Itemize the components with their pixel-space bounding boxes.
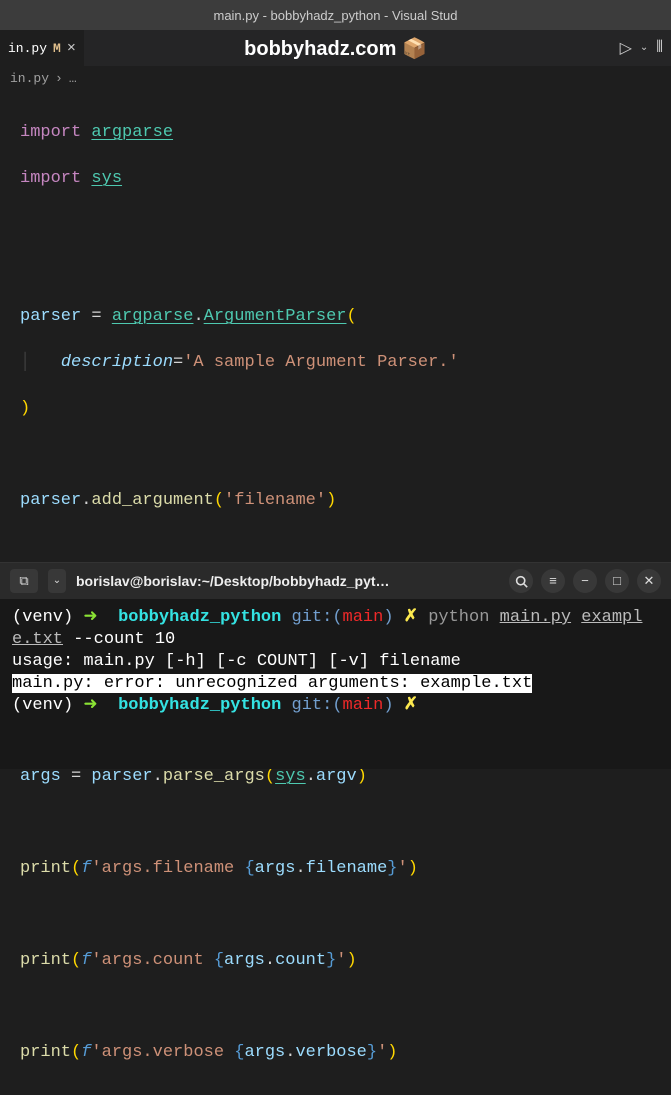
code-line: import argparse xyxy=(20,121,651,144)
breadcrumb-more: … xyxy=(69,71,77,86)
terminal-branch: main xyxy=(343,696,384,715)
split-editor-icon[interactable]: ⫴ xyxy=(656,39,663,57)
terminal-cmd: python xyxy=(428,608,489,627)
code-line xyxy=(20,213,651,236)
breadcrumb-separator: › xyxy=(55,71,63,86)
terminal-new-tab-icon[interactable]: ⧉ xyxy=(10,569,38,593)
menu-icon[interactable]: ≡ xyxy=(541,569,565,593)
terminal-venv: (venv) xyxy=(12,608,73,627)
terminal-body[interactable]: (venv) ➜ bobbyhadz_python git:(main) ✗ p… xyxy=(0,599,671,769)
terminal-dirty-icon: ✗ xyxy=(404,608,418,627)
terminal-venv: (venv) xyxy=(12,696,73,715)
terminal-cwd: bobbyhadz_python xyxy=(118,696,281,715)
run-controls: ▷ ⌄ ⫴ xyxy=(620,38,663,58)
code-line: ) xyxy=(20,397,651,420)
code-line: print(f'args.filename {args.filename}') xyxy=(20,857,651,880)
tab-main-py[interactable]: in.py M × xyxy=(0,30,84,66)
tab-bar: in.py M × bobbyhadz.com 📦 ▷ ⌄ ⫴ xyxy=(0,30,671,66)
terminal-git-open: git:( xyxy=(292,696,343,715)
code-line: import sys xyxy=(20,167,651,190)
code-line: parser.add_argument('filename') xyxy=(20,489,651,512)
terminal-git-close: ) xyxy=(383,608,393,627)
maximize-icon[interactable]: □ xyxy=(605,569,629,593)
terminal-header: ⧉ ⌄ borislav@borislav:~/Desktop/bobbyhad… xyxy=(0,563,671,599)
terminal-title: borislav@borislav:~/Desktop/bobbyhadz_py… xyxy=(76,573,499,589)
run-dropdown-icon[interactable]: ⌄ xyxy=(640,42,648,54)
tab-label: in.py xyxy=(8,41,47,56)
title-bar: main.py - bobbyhadz_python - Visual Stud xyxy=(0,0,671,30)
code-line xyxy=(20,903,651,926)
terminal-arrow: ➜ xyxy=(83,608,97,627)
close-terminal-icon[interactable]: ✕ xyxy=(637,569,661,593)
terminal-usage-line: usage: main.py [-h] [-c COUNT] [-v] file… xyxy=(12,652,461,671)
code-line xyxy=(20,811,651,834)
code-line xyxy=(20,995,651,1018)
code-line xyxy=(20,535,651,558)
code-line: print(f'args.verbose {args.verbose}') xyxy=(20,1041,651,1064)
minimize-icon[interactable]: − xyxy=(573,569,597,593)
close-tab-icon[interactable]: × xyxy=(67,40,76,57)
window-title: main.py - bobbyhadz_python - Visual Stud xyxy=(213,8,457,23)
terminal-git-close: ) xyxy=(383,696,393,715)
breadcrumb[interactable]: in.py › … xyxy=(0,66,671,90)
terminal-dirty-icon: ✗ xyxy=(404,696,418,715)
terminal-cwd: bobbyhadz_python xyxy=(118,608,281,627)
code-line xyxy=(20,259,651,282)
modified-badge: M xyxy=(53,41,61,56)
run-icon[interactable]: ▷ xyxy=(620,38,632,58)
code-line: │ description='A sample Argument Parser.… xyxy=(20,351,651,374)
search-icon[interactable] xyxy=(509,569,533,593)
terminal-cmd-file: main.py xyxy=(500,608,571,627)
terminal-git-open: git:( xyxy=(292,608,343,627)
terminal-branch: main xyxy=(343,608,384,627)
breadcrumb-file: in.py xyxy=(10,71,49,86)
terminal-panel: ⧉ ⌄ borislav@borislav:~/Desktop/bobbyhad… xyxy=(0,562,671,769)
terminal-dropdown-icon[interactable]: ⌄ xyxy=(48,569,66,593)
watermark: bobbyhadz.com 📦 xyxy=(244,36,427,61)
code-line: parser = argparse.ArgumentParser( xyxy=(20,305,651,328)
terminal-cmd-rest: --count 10 xyxy=(63,630,175,649)
code-line: print(f'args.count {args.count}') xyxy=(20,949,651,972)
terminal-error-line: main.py: error: unrecognized arguments: … xyxy=(12,674,532,693)
terminal-arrow: ➜ xyxy=(83,696,97,715)
code-line xyxy=(20,443,651,466)
